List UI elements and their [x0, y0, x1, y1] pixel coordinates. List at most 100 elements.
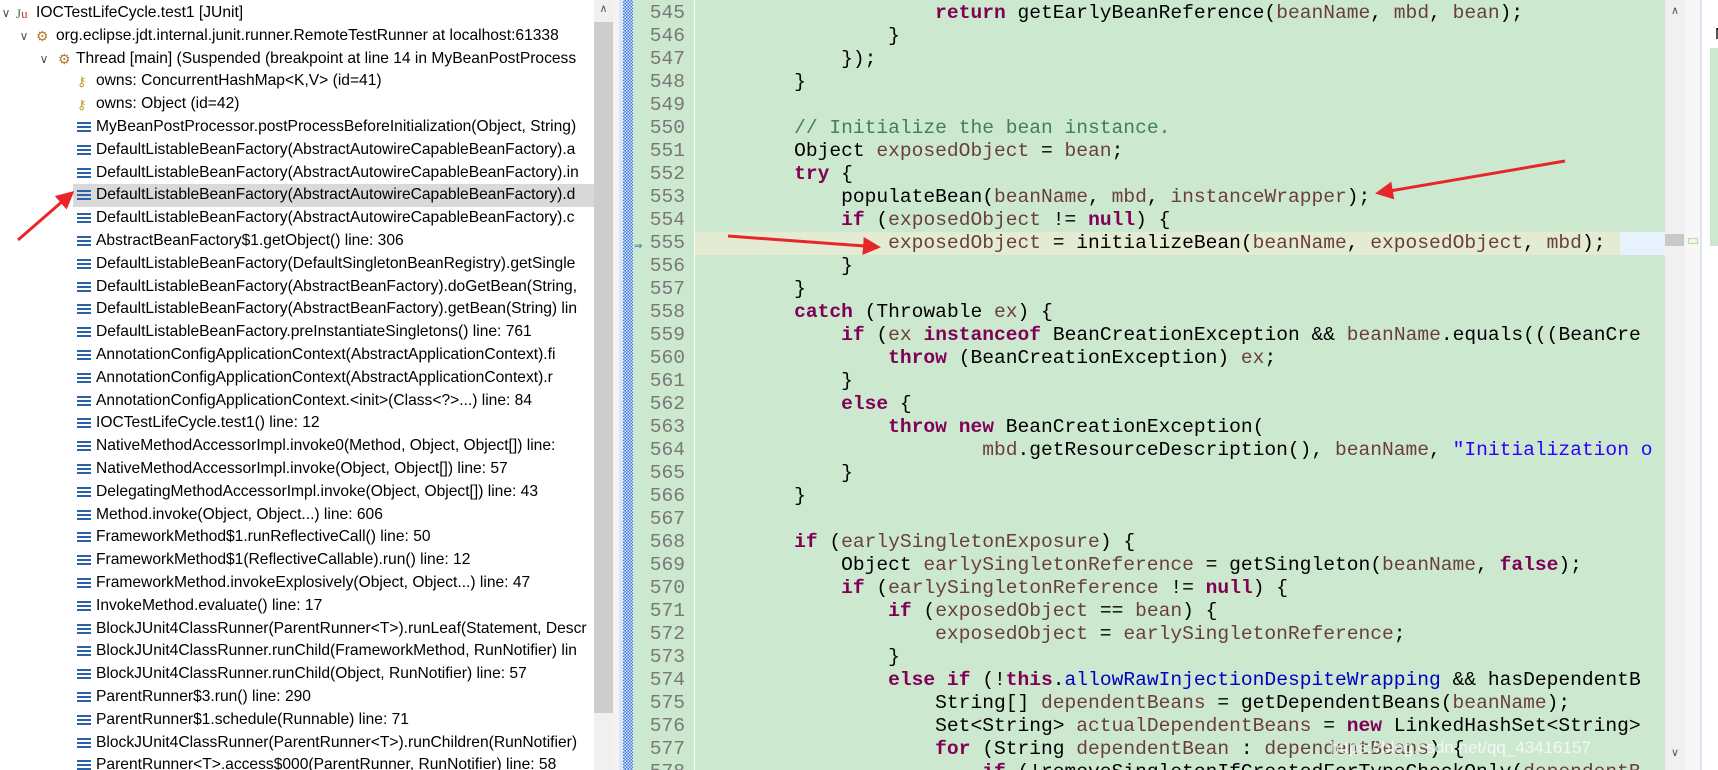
stack-frame-item[interactable]: MyBeanPostProcessor.postProcessBeforeIni… [0, 116, 594, 139]
tree-item[interactable]: ∨ Ju IOCTestLifeCycle.test1 [JUnit] [0, 2, 594, 25]
scrollbar-thumb[interactable] [594, 22, 613, 713]
stack-frame-item[interactable]: DefaultListableBeanFactory(AbstractBeanF… [0, 276, 594, 299]
code-line[interactable]: 549 [633, 94, 1665, 117]
stack-frame-item[interactable]: DefaultListableBeanFactory(AbstractAutow… [73, 184, 594, 208]
tree-item-label: owns: ConcurrentHashMap<K,V> (id=41) [96, 72, 382, 90]
stack-frame-item[interactable]: BlockJUnit4ClassRunner.runChild(Object, … [0, 663, 594, 686]
panel-sash[interactable] [613, 0, 623, 770]
code-line[interactable]: 553 populateBean(beanName, mbd, instance… [633, 186, 1665, 209]
stack-frame-item[interactable]: AnnotationConfigApplicationContext.<init… [0, 390, 594, 413]
scroll-up-icon[interactable]: ∧ [1665, 4, 1685, 17]
stack-frame-item[interactable]: DefaultListableBeanFactory(AbstractAutow… [0, 139, 594, 162]
stack-frame-item[interactable]: BlockJUnit4ClassRunner(ParentRunner<T>).… [0, 732, 594, 755]
scrollbar-thumb[interactable] [1665, 234, 1684, 246]
stack-frame-item[interactable]: FrameworkMethod$1(ReflectiveCallable).ru… [0, 549, 594, 572]
code-token: = [1088, 623, 1124, 645]
code-line[interactable]: 554 if (exposedObject != null) { [633, 209, 1665, 232]
code-line[interactable]: 547 }); [633, 48, 1665, 71]
tree-item-label: org.eclipse.jdt.internal.junit.runner.Re… [56, 26, 559, 44]
code-text: populateBean(beanName, mbd, instanceWrap… [700, 186, 1370, 209]
code-line[interactable]: 573 } [633, 646, 1665, 669]
stack-frame-item[interactable]: DelegatingMethodAccessorImpl.invoke(Obje… [0, 481, 594, 504]
code-text: catch (Throwable ex) { [700, 301, 1053, 324]
stack-frame-item[interactable]: BlockJUnit4ClassRunner.runChild(Framewor… [0, 640, 594, 663]
stack-frame-item[interactable]: InvokeMethod.evaluate() line: 17 [0, 595, 594, 618]
code-line[interactable]: 550 // Initialize the bean instance. [633, 117, 1665, 140]
code-line[interactable]: 568 if (earlySingletonExposure) { [633, 531, 1665, 554]
code-line[interactable]: 557 } [633, 278, 1665, 301]
code-line[interactable]: 574 else if (!this.allowRawInjectionDesp… [633, 669, 1665, 692]
line-number: 563 [649, 416, 685, 438]
code-line[interactable]: 575 String[] dependentBeans = getDepende… [633, 692, 1665, 715]
code-line[interactable]: 558 catch (Throwable ex) { [633, 301, 1665, 324]
code-line[interactable]: 566 } [633, 485, 1665, 508]
code-line[interactable]: 564 mbd.getResourceDescription(), beanNa… [633, 439, 1665, 462]
code-line[interactable]: 578 if (!removeSingletonIfCreatedForType… [633, 761, 1665, 770]
code-text: Object exposedObject = bean; [700, 140, 1123, 163]
expand-chevron-icon[interactable]: ∨ [0, 2, 12, 25]
tree-item[interactable]: ∨ ⚙ Thread [main] (Suspended (breakpoint a… [0, 48, 594, 71]
right-panel-rows [1710, 48, 1718, 246]
code-line[interactable]: 559 if (ex instanceof BeanCreationExcept… [633, 324, 1665, 347]
keyword-token: else [841, 393, 889, 415]
expand-chevron-icon[interactable]: ∨ [38, 48, 50, 71]
java-editor[interactable]: ⇒ 545 return getEarlyBeanReference(beanN… [633, 0, 1665, 770]
code-token: ) { [1017, 301, 1053, 323]
stack-frame-item[interactable]: AbstractBeanFactory$1.getObject() line: … [0, 230, 594, 253]
line-number: 566 [649, 485, 685, 507]
tree-item[interactable]: ⚷ owns: ConcurrentHashMap<K,V> (id=41) [0, 70, 594, 93]
stack-frame-item[interactable]: DefaultListableBeanFactory(AbstractAutow… [0, 162, 594, 185]
stack-frame-item[interactable]: NativeMethodAccessorImpl.invoke(Object, … [0, 458, 594, 481]
overview-marker[interactable] [1688, 238, 1698, 244]
code-line[interactable]: 552 try { [633, 163, 1665, 186]
code-line[interactable]: 572 exposedObject = earlySingletonRefere… [633, 623, 1665, 646]
keyword-token: if [841, 577, 865, 599]
code-line[interactable]: 551 Object exposedObject = bean; [633, 140, 1665, 163]
code-line[interactable]: 571 if (exposedObject == bean) { [633, 600, 1665, 623]
expand-chevron-icon[interactable]: ∨ [18, 25, 30, 48]
code-line[interactable]: 567 [633, 508, 1665, 531]
stack-frame-item[interactable]: IOCTestLifeCycle.test1() line: 12 [0, 412, 594, 435]
code-line[interactable]: 570 if (earlySingletonReference != null)… [633, 577, 1665, 600]
code-line[interactable]: 561 } [633, 370, 1665, 393]
code-line[interactable]: 560 throw (BeanCreationException) ex; [633, 347, 1665, 370]
stack-frame-item[interactable]: ParentRunner<T>.access$000(ParentRunner,… [0, 754, 594, 770]
stack-frame-icon [77, 144, 91, 155]
code-line[interactable]: 565 } [633, 462, 1665, 485]
code-line[interactable]: 563 throw new BeanCreationException( [633, 416, 1665, 439]
code-line[interactable]: 576 Set<String> actualDependentBeans = n… [633, 715, 1665, 738]
code-token: == [1088, 600, 1136, 622]
tree-item[interactable]: ∨ ⚙ org.eclipse.jdt.internal.junit.runner.… [0, 25, 594, 48]
stack-frame-item[interactable]: AnnotationConfigApplicationContext(Abstr… [0, 344, 594, 367]
stack-frame-item[interactable]: DefaultListableBeanFactory(DefaultSingle… [0, 253, 594, 276]
scroll-up-icon[interactable]: ∧ [594, 2, 613, 15]
stack-frame-item[interactable]: DefaultListableBeanFactory.preInstantiat… [0, 321, 594, 344]
debug-view-scrollbar[interactable]: ∧ [594, 0, 613, 770]
stack-frame-item[interactable]: BlockJUnit4ClassRunner(ParentRunner<T>).… [0, 618, 594, 641]
code-line[interactable]: 546 } [633, 25, 1665, 48]
tree-item[interactable]: ⚷ owns: Object (id=42) [0, 93, 594, 116]
stack-frame-item[interactable]: ParentRunner$1.schedule(Runnable) line: … [0, 709, 594, 732]
stack-frame-item[interactable]: DefaultListableBeanFactory(AbstractAutow… [0, 207, 594, 230]
code-line[interactable]: 562 else { [633, 393, 1665, 416]
stack-frame-item[interactable]: ParentRunner$3.run() line: 290 [0, 686, 594, 709]
keyword-token: this [1005, 669, 1053, 691]
stack-frame-item[interactable]: NativeMethodAccessorImpl.invoke0(Method,… [0, 435, 594, 458]
code-line[interactable]: 545 return getEarlyBeanReference(beanNam… [633, 2, 1665, 25]
stack-frame-item[interactable]: FrameworkMethod.invokeExplosively(Object… [0, 572, 594, 595]
scroll-down-icon[interactable]: ∨ [1665, 746, 1685, 759]
stack-frame-item[interactable]: AnnotationConfigApplicationContext(Abstr… [0, 367, 594, 390]
code-line[interactable]: 569 Object earlySingletonReference = get… [633, 554, 1665, 577]
editor-scrollbar[interactable]: ∧ ∨ [1665, 0, 1685, 770]
current-code-line[interactable]: 555 exposedObject = initializeBean(beanN… [633, 232, 1665, 255]
keyword-token: null [1088, 209, 1136, 231]
overview-ruler[interactable] [1685, 0, 1702, 770]
stack-frame-item[interactable]: FrameworkMethod$1.runReflectiveCall() li… [0, 526, 594, 549]
stack-frame-item[interactable]: Method.invoke(Object, Object...) line: 6… [0, 504, 594, 527]
stack-frame-item[interactable]: DefaultListableBeanFactory(AbstractBeanF… [0, 298, 594, 321]
code-line[interactable]: 548 } [633, 71, 1665, 94]
code-line[interactable]: 556 } [633, 255, 1665, 278]
